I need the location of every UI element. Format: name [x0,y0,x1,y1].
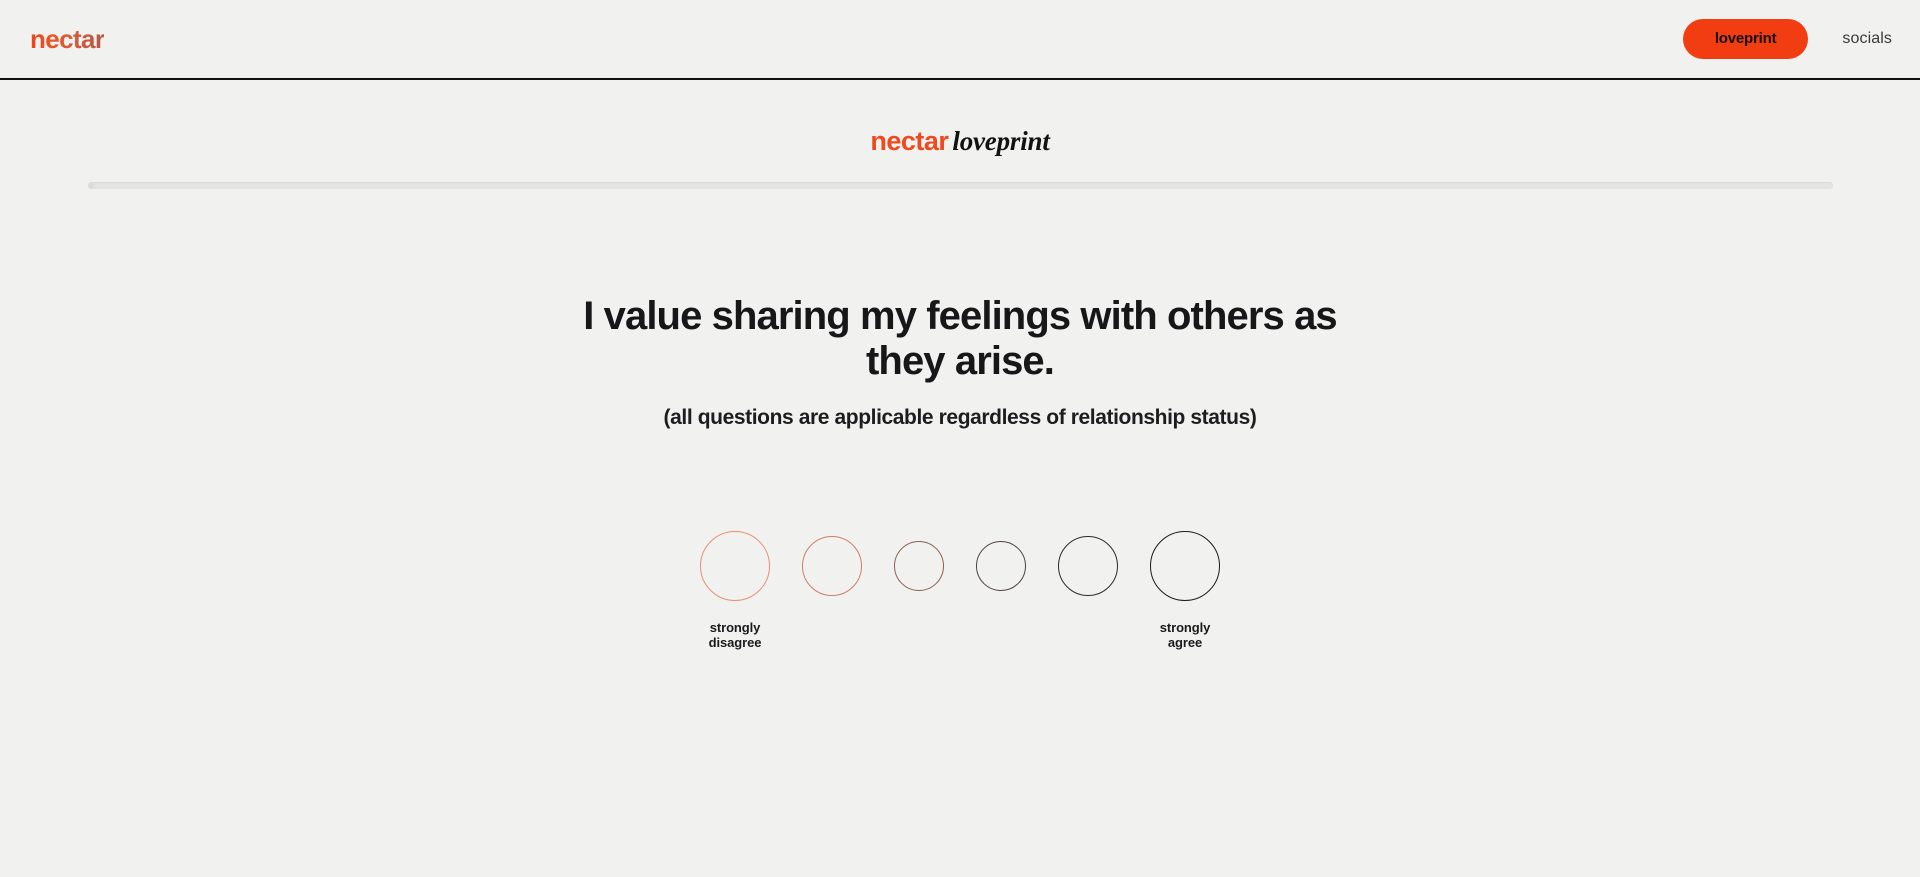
likert-circle-icon[interactable] [700,530,770,601]
likert-option-slot [802,516,862,616]
likert-option-4[interactable] [976,516,1026,616]
likert-option-slot [976,516,1026,616]
likert-option-1[interactable]: strongly disagree [700,516,770,650]
likert-option-3[interactable] [894,516,944,616]
socials-link[interactable]: socials [1842,30,1892,48]
header-nav: loveprint socials [1682,19,1892,59]
likert-option-5[interactable] [1058,516,1118,616]
likert-circle-icon[interactable] [1150,530,1220,601]
progress-bar [87,182,1833,189]
likert-label-low: strongly disagree [708,619,762,650]
likert-option-2[interactable] [802,516,862,616]
likert-option-slot [1058,516,1118,616]
survey-wordmark: nectar loveprint [0,128,1920,155]
question-block: I value sharing my feelings with others … [0,294,1920,430]
likert-option-slot [1150,516,1220,616]
question-heading: I value sharing my feelings with others … [583,294,1337,383]
likert-option-6[interactable]: strongly agree [1150,516,1220,650]
survey-main: nectar loveprint I value sharing my feeli… [0,80,1920,650]
brand-logo[interactable]: nectar [30,26,105,52]
likert-options-row: strongly disagree strongly agree [700,516,1220,650]
likert-option-slot [894,516,944,616]
likert-circle-icon[interactable] [976,540,1026,591]
likert-scale: strongly disagree strongly agree [0,516,1920,650]
likert-circle-icon[interactable] [1058,535,1118,596]
site-header: nectar loveprint socials [0,0,1920,80]
wordmark-nectar: nectar [870,126,949,156]
likert-label-high: strongly agree [1159,619,1211,650]
question-subtext: (all questions are applicable regardless… [663,405,1257,429]
wordmark-loveprint: loveprint [952,126,1050,156]
likert-option-slot [700,516,770,616]
progress-bar-fill [87,182,95,189]
likert-circle-icon[interactable] [802,535,862,596]
loveprint-button[interactable]: loveprint [1682,19,1809,59]
likert-circle-icon[interactable] [894,540,944,591]
